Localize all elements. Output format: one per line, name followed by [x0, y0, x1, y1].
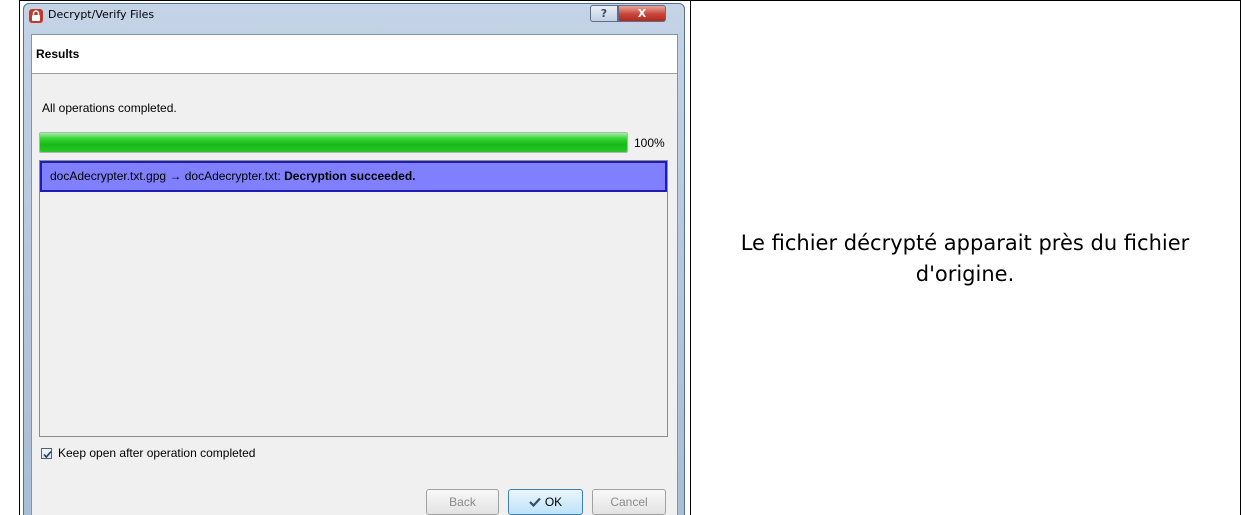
cancel-button[interactable]: Cancel: [592, 489, 666, 515]
decrypt-verify-window: Decrypt/Verify Files ? X Results All ope…: [23, 3, 685, 515]
table-border-right: [1240, 0, 1241, 515]
status-message: All operations completed.: [42, 101, 177, 115]
result-status: Decryption succeeded.: [284, 169, 416, 183]
keep-open-checkbox[interactable]: [41, 447, 52, 459]
checkmark-icon: [43, 450, 52, 458]
keep-open-label: Keep open after operation completed: [58, 446, 256, 460]
ok-button[interactable]: OK: [508, 489, 583, 515]
page-header: Results: [32, 35, 677, 74]
progress-fill: [40, 133, 627, 152]
table-border-left: [19, 0, 20, 515]
result-file-text: docAdecrypter.txt.gpg → docAdecrypter.tx…: [50, 169, 285, 183]
close-button[interactable]: X: [618, 5, 666, 22]
ok-label: OK: [544, 495, 563, 509]
progress-percent-label: 100%: [634, 136, 665, 150]
kleopatra-app-icon: [29, 9, 43, 23]
title-bar[interactable]: Decrypt/Verify Files ? X: [24, 4, 684, 26]
progress-bar: [39, 132, 628, 153]
close-icon: X: [637, 7, 647, 20]
dialog-body: Results All operations completed. 100% d…: [31, 34, 678, 515]
table-border-top: [19, 0, 1241, 1]
table-border-middle: [690, 0, 691, 515]
back-button[interactable]: Back: [426, 489, 499, 515]
checkmark-icon: [529, 491, 541, 515]
list-item[interactable]: docAdecrypter.txt.gpg → docAdecrypter.tx…: [40, 161, 667, 192]
caption-text: Le fichier décrypté apparait près du fic…: [740, 231, 1190, 286]
window-title: Decrypt/Verify Files: [48, 8, 155, 21]
help-icon: ?: [600, 7, 608, 20]
help-button[interactable]: ?: [590, 5, 618, 22]
keep-open-option[interactable]: Keep open after operation completed: [41, 446, 255, 460]
results-list[interactable]: docAdecrypter.txt.gpg → docAdecrypter.tx…: [39, 160, 668, 437]
page-title: Results: [36, 47, 80, 61]
